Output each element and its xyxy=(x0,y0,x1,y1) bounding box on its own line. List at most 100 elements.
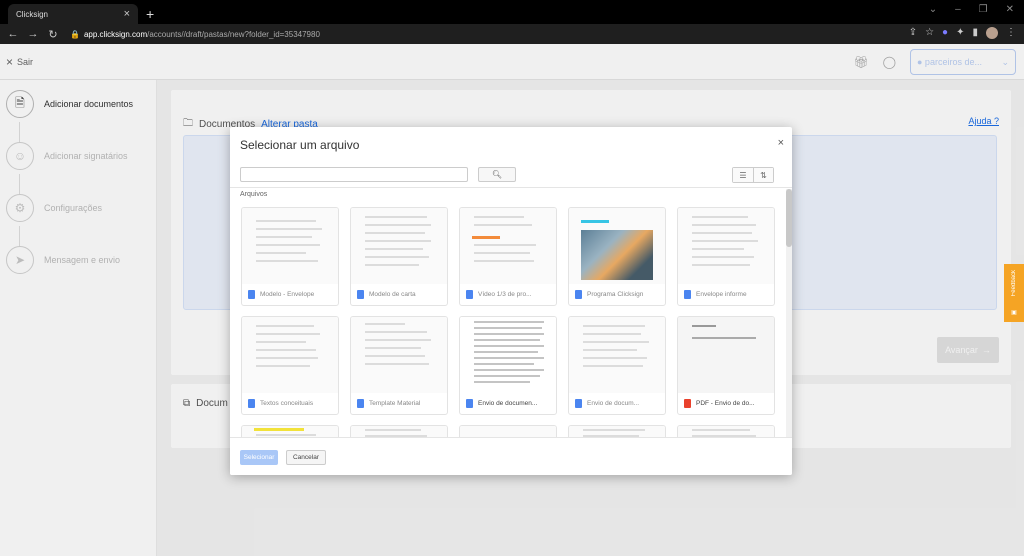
file-item[interactable]: Envio de documen... xyxy=(459,316,557,415)
doc-file-icon xyxy=(575,289,582,299)
file-name: Envelope informe xyxy=(696,290,747,298)
search-input[interactable] xyxy=(240,167,468,182)
share-icon[interactable]: ⇪ xyxy=(909,27,917,39)
tab-title: Clicksign xyxy=(16,9,49,19)
file-item[interactable]: Modelo de carta xyxy=(350,207,448,306)
scrollbar-thumb[interactable] xyxy=(786,189,792,247)
puzzle-icon[interactable]: ✦ xyxy=(956,27,964,39)
reload-icon[interactable]: ↻ xyxy=(46,28,60,41)
file-picker-modal: Selecionar um arquivo × 🔍︎ ☰ ⇅ Arquivos … xyxy=(230,127,792,475)
file-thumbnail xyxy=(460,426,556,437)
chevron-down-icon[interactable]: ⌄ xyxy=(929,4,937,15)
file-thumbnail xyxy=(351,426,447,437)
star-icon[interactable]: ☆ xyxy=(925,27,934,39)
select-button[interactable]: Selecionar xyxy=(240,450,278,465)
address-bar[interactable]: 🔒 app.clicksign.com /accounts/ /draft/pa… xyxy=(70,30,320,39)
file-item[interactable] xyxy=(350,425,448,437)
window-controls: ⌄ – ❐ ✕ xyxy=(929,4,1014,15)
file-item[interactable]: Textos conceituais xyxy=(241,316,339,415)
file-footer: Envio de documen... xyxy=(460,392,556,414)
file-footer: Textos conceituais xyxy=(242,392,338,414)
view-toggle: ☰ ⇅ xyxy=(732,167,774,183)
thumbnail-photo xyxy=(581,230,653,280)
tab-close-icon[interactable]: × xyxy=(124,8,130,20)
file-name: Textos conceituais xyxy=(260,399,314,407)
file-thumbnail xyxy=(678,317,774,393)
browser-tab[interactable]: Clicksign × xyxy=(8,4,138,24)
file-footer: Programa Clicksign xyxy=(569,283,665,305)
file-grid: Modelo - Envelope Modelo de carta Vídeo … xyxy=(241,207,777,437)
browser-tabbar: Clicksign × + ⌄ – ❐ ✕ xyxy=(0,0,1024,24)
list-view-icon[interactable]: ☰ xyxy=(733,168,753,182)
back-icon[interactable]: ← xyxy=(6,28,20,40)
doc-file-icon xyxy=(684,289,691,299)
doc-file-icon xyxy=(466,398,473,408)
file-item[interactable]: Envio de docum... xyxy=(568,316,666,415)
file-thumbnail xyxy=(351,317,447,393)
file-name: Vídeo 1/3 de pro... xyxy=(478,290,532,298)
file-thumbnail xyxy=(351,208,447,284)
file-name: Modelo de carta xyxy=(369,290,416,298)
feedback-label: Feedback xyxy=(1011,270,1017,297)
file-footer: Template Material xyxy=(351,392,447,414)
file-item[interactable] xyxy=(568,425,666,437)
sort-icon[interactable]: ⇅ xyxy=(753,168,773,182)
search-icon: 🔍︎ xyxy=(491,170,503,179)
file-name: Envio de documen... xyxy=(478,399,538,407)
file-item[interactable]: PDF - Envio de do... xyxy=(677,316,775,415)
url-path: /accounts/ xyxy=(147,29,184,39)
extension-icons: ⇪ ☆ ● ✦ ▮ ⋮ xyxy=(909,27,1016,39)
search-button[interactable]: 🔍︎ xyxy=(478,167,516,182)
profile-avatar[interactable] xyxy=(986,27,998,39)
maximize-icon[interactable]: ❐ xyxy=(979,4,988,15)
feedback-tab[interactable]: Feedback ▣ xyxy=(1004,264,1024,322)
section-label: Arquivos xyxy=(240,191,268,198)
file-item[interactable] xyxy=(459,425,557,437)
file-thumbnail xyxy=(460,317,556,393)
file-name: Modelo - Envelope xyxy=(260,290,315,298)
file-thumbnail xyxy=(569,317,665,393)
forward-icon[interactable]: → xyxy=(26,28,40,40)
doc-file-icon xyxy=(357,289,364,299)
cancel-button[interactable]: Cancelar xyxy=(286,450,326,465)
url-host: app.clicksign.com xyxy=(83,29,148,39)
divider xyxy=(230,187,792,188)
file-item[interactable] xyxy=(677,425,775,437)
menu-icon[interactable]: ⋮ xyxy=(1006,27,1016,39)
doc-file-icon xyxy=(248,398,255,408)
file-thumbnail xyxy=(678,426,774,437)
minimize-icon[interactable]: – xyxy=(955,4,961,15)
extension-icon[interactable]: ● xyxy=(942,27,948,39)
file-thumbnail xyxy=(242,426,338,437)
thumbnail-accent xyxy=(254,428,304,431)
file-footer: PDF - Envio de do... xyxy=(678,392,774,414)
file-thumbnail xyxy=(569,426,665,437)
file-item[interactable]: Envelope informe xyxy=(677,207,775,306)
doc-file-icon xyxy=(357,398,364,408)
file-name: Programa Clicksign xyxy=(587,290,644,298)
file-item[interactable]: Programa Clicksign xyxy=(568,207,666,306)
doc-file-icon xyxy=(466,289,473,299)
file-thumbnail xyxy=(569,208,665,284)
browser-toolbar: ← → ↻ 🔒 app.clicksign.com /accounts/ /dr… xyxy=(0,24,1024,44)
file-footer: Vídeo 1/3 de pro... xyxy=(460,283,556,305)
file-name: Template Material xyxy=(369,399,421,407)
file-thumbnail xyxy=(242,208,338,284)
file-name: Envio de docum... xyxy=(587,399,640,407)
modal-title: Selecionar um arquivo xyxy=(240,138,360,152)
file-thumbnail xyxy=(242,317,338,393)
file-item[interactable]: Template Material xyxy=(350,316,448,415)
file-footer: Modelo de carta xyxy=(351,283,447,305)
sidepanel-icon[interactable]: ▮ xyxy=(972,27,978,39)
modal-footer: Selecionar Cancelar xyxy=(230,437,792,475)
file-item[interactable]: Modelo - Envelope xyxy=(241,207,339,306)
file-item[interactable]: Vídeo 1/3 de pro... xyxy=(459,207,557,306)
doc-file-icon xyxy=(248,289,255,299)
new-tab-button[interactable]: + xyxy=(146,6,154,22)
close-window-icon[interactable]: ✕ xyxy=(1006,4,1014,15)
file-item[interactable] xyxy=(241,425,339,437)
file-thumbnail xyxy=(678,208,774,284)
file-thumbnail xyxy=(460,208,556,284)
close-icon[interactable]: × xyxy=(778,137,784,149)
doc-file-icon xyxy=(575,398,582,408)
